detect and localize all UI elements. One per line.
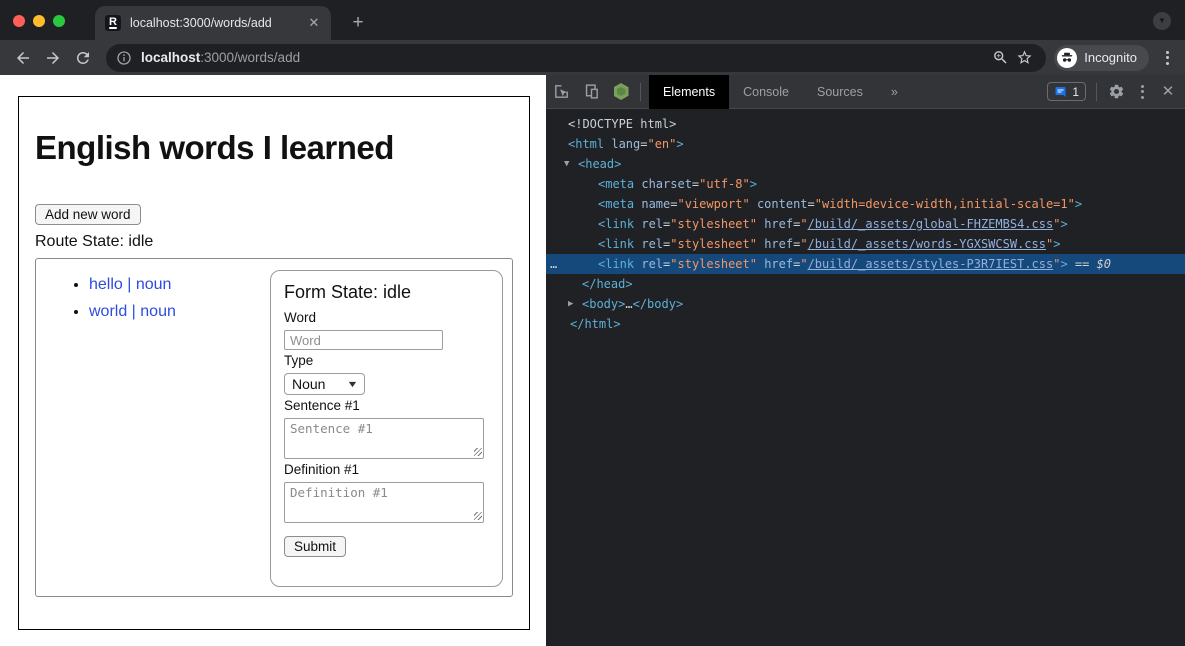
reload-button[interactable] xyxy=(68,44,98,72)
inspect-element-icon[interactable] xyxy=(546,75,576,109)
type-select[interactable]: Noun ▼ xyxy=(284,373,365,395)
page-title: English words I learned xyxy=(35,129,513,167)
devtools-code-line[interactable]: </head> xyxy=(546,274,1185,294)
devtools-code-line[interactable]: <link rel="stylesheet" href="/build/_ass… xyxy=(546,234,1185,254)
devtools-close-icon[interactable]: ✕ xyxy=(1153,75,1183,109)
page-info-icon[interactable] xyxy=(116,50,132,66)
close-window-button[interactable] xyxy=(13,15,25,27)
word-link[interactable]: hello | noun xyxy=(89,276,171,293)
tab-strip: R localhost:3000/words/add ✕ + ▼ xyxy=(0,0,1185,40)
devtools-code-line[interactable]: ▶<body>…</body> xyxy=(546,294,1185,314)
new-tab-button[interactable]: + xyxy=(345,10,371,36)
browser-toolbar: localhost:3000/words/add Incognito xyxy=(0,40,1185,75)
add-word-form: Form State: idle Word Type Noun ▼ Senten… xyxy=(270,270,503,587)
search-tabs-icon[interactable]: ▼ xyxy=(1153,12,1171,30)
expand-arrow-icon[interactable]: ▶ xyxy=(568,294,573,314)
devtools-tab-sources[interactable]: Sources xyxy=(803,75,877,109)
bookmark-star-icon[interactable] xyxy=(1012,46,1036,70)
route-state-text: Route State: idle xyxy=(35,233,513,251)
url-host: localhost xyxy=(141,50,200,65)
devtools-code-line[interactable]: <link rel="stylesheet" href="/build/_ass… xyxy=(546,214,1185,234)
browser-tab[interactable]: R localhost:3000/words/add ✕ xyxy=(95,6,331,40)
forward-arrow-icon xyxy=(44,49,62,67)
web-page: English words I learned Add new word Rou… xyxy=(0,75,546,646)
window-controls xyxy=(13,15,65,27)
issues-count: 1 xyxy=(1072,85,1079,99)
expand-arrow-icon[interactable]: ▼ xyxy=(564,154,569,174)
sentence-label: Sentence #1 xyxy=(284,398,489,413)
device-toolbar-icon[interactable] xyxy=(576,75,606,109)
type-label: Type xyxy=(284,353,489,368)
devtools-code-line[interactable]: </html> xyxy=(546,314,1185,334)
back-button[interactable] xyxy=(8,44,38,72)
submit-button[interactable]: Submit xyxy=(284,536,346,557)
extension-hexagon-icon[interactable] xyxy=(606,75,636,109)
tab-close-icon[interactable]: ✕ xyxy=(305,14,323,32)
form-state-text: Form State: idle xyxy=(284,282,489,303)
issues-counter[interactable]: 1 xyxy=(1047,82,1086,101)
reload-icon xyxy=(74,49,92,67)
devtools-tab-more[interactable]: » xyxy=(877,75,912,109)
fullscreen-window-button[interactable] xyxy=(53,15,65,27)
word-link[interactable]: world | noun xyxy=(89,303,176,320)
devtools-code-line[interactable]: …<link rel="stylesheet" href="/build/_as… xyxy=(546,254,1185,274)
type-select-value: Noun xyxy=(292,376,325,392)
resize-handle-icon[interactable] xyxy=(474,512,482,520)
divider xyxy=(640,83,641,101)
zoom-icon[interactable] xyxy=(988,46,1012,70)
incognito-icon xyxy=(1057,48,1077,68)
devtools-code-line[interactable]: <meta name="viewport" content="width=dev… xyxy=(546,194,1185,214)
word-input[interactable] xyxy=(284,330,443,350)
minimize-window-button[interactable] xyxy=(33,15,45,27)
devtools-menu-icon[interactable] xyxy=(1131,85,1153,99)
chevron-down-icon: ▼ xyxy=(346,379,358,389)
browser-menu-icon[interactable] xyxy=(1157,47,1177,69)
back-arrow-icon xyxy=(14,49,32,67)
devtools-tab-elements[interactable]: Elements xyxy=(649,75,729,109)
tab-title: localhost:3000/words/add xyxy=(130,16,305,30)
devtools-toolbar: ElementsConsoleSources» 1 ✕ xyxy=(546,75,1185,109)
incognito-label: Incognito xyxy=(1084,50,1137,65)
url-text: localhost:3000/words/add xyxy=(141,50,300,65)
issues-bubble-icon xyxy=(1054,86,1067,98)
forward-button[interactable] xyxy=(38,44,68,72)
definition-label: Definition #1 xyxy=(284,462,489,477)
devtools-tabs: ElementsConsoleSources» xyxy=(649,75,912,109)
remix-favicon-icon: R xyxy=(105,15,121,31)
words-panel: hello | noun world | noun Form State: idl… xyxy=(35,258,513,597)
devtools-panel: ElementsConsoleSources» 1 ✕ <!DOCTYPE ht… xyxy=(546,75,1185,646)
more-actions-icon[interactable]: … xyxy=(550,254,558,274)
devtools-code-line[interactable]: ▼<head> xyxy=(546,154,1185,174)
resize-handle-icon[interactable] xyxy=(474,448,482,456)
divider xyxy=(1096,83,1097,101)
devtools-code: <!DOCTYPE html><html lang="en">▼<head><m… xyxy=(546,109,1185,646)
sentence-textarea[interactable] xyxy=(284,418,484,459)
page-container: English words I learned Add new word Rou… xyxy=(18,96,530,630)
devtools-code-line[interactable]: <meta charset="utf-8"> xyxy=(546,174,1185,194)
add-new-word-button[interactable]: Add new word xyxy=(35,204,141,225)
incognito-badge: Incognito xyxy=(1054,45,1149,71)
word-label: Word xyxy=(284,310,489,325)
address-bar[interactable]: localhost:3000/words/add xyxy=(106,44,1046,72)
definition-textarea[interactable] xyxy=(284,482,484,523)
browser-window: R localhost:3000/words/add ✕ + ▼ localho… xyxy=(0,0,1185,646)
url-path: :3000/words/add xyxy=(200,50,300,65)
devtools-code-line[interactable]: <!DOCTYPE html> xyxy=(546,114,1185,134)
devtools-code-line[interactable]: <html lang="en"> xyxy=(546,134,1185,154)
devtools-tab-console[interactable]: Console xyxy=(729,75,803,109)
settings-gear-icon[interactable] xyxy=(1101,75,1131,109)
